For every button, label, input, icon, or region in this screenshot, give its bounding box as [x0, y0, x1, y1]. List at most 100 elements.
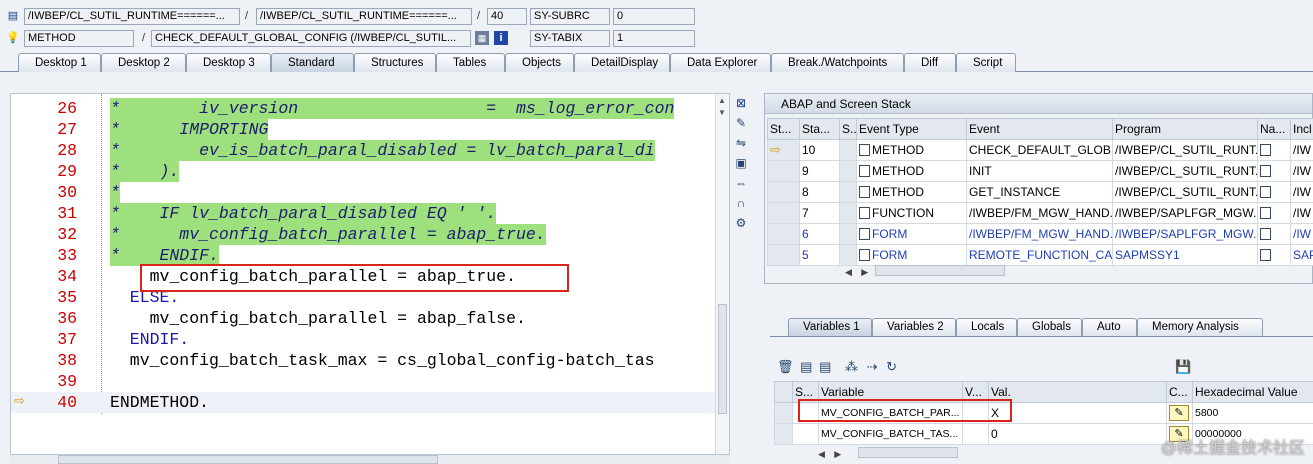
close-icon[interactable]: ⊠ [733, 95, 749, 111]
stack-row[interactable]: 9 METHOD INIT /IWBEP/CL_SUTIL_RUNT... /I… [767, 160, 1313, 182]
current-marker-cell [767, 160, 800, 182]
scroll-right-icon[interactable]: ▶ [861, 267, 868, 277]
tab-tables[interactable]: Tables [436, 53, 505, 72]
vars-hscroll[interactable]: ◀ ▶ [818, 446, 998, 460]
col-header[interactable]: S... [839, 118, 857, 140]
sysvar2-name-field[interactable]: SY-TABIX [530, 30, 610, 47]
col-header[interactable]: Program [1112, 118, 1258, 140]
headset-icon[interactable]: ∩ [733, 195, 749, 211]
scroll-left-icon[interactable]: ◀ [818, 449, 825, 459]
expand-icon[interactable]: ⇔ [733, 175, 749, 191]
scroll-right-icon[interactable]: ▶ [834, 449, 841, 459]
program-field[interactable]: /IWBEP/CL_SUTIL_RUNTIME======... [24, 8, 240, 25]
event-type-field[interactable]: METHOD [24, 30, 134, 47]
tab-structures[interactable]: Structures [354, 53, 436, 72]
hscroll-thumb[interactable] [58, 455, 438, 464]
tab-desktop-3[interactable]: Desktop 3 [186, 53, 271, 72]
col-header[interactable]: Incl [1290, 118, 1313, 140]
info-icon[interactable]: i [494, 31, 508, 45]
sysvar2-value-field[interactable]: 1 [613, 30, 695, 47]
navigate-icon[interactable] [1260, 207, 1271, 219]
tab-script[interactable]: Script [956, 53, 1016, 72]
stack-row[interactable]: 7 FUNCTION /IWBEP/FM_MGW_HAND... /IWBEP/… [767, 202, 1313, 224]
scroll-thumb[interactable] [718, 304, 727, 414]
desktop-tabs: Desktop 1 Desktop 2 Desktop 3 Standard S… [0, 53, 1313, 72]
include-field[interactable]: /IWBEP/CL_SUTIL_RUNTIME======... [256, 8, 472, 25]
col-header[interactable]: Hexadecimal Value [1192, 381, 1313, 403]
editor-vertical-scrollbar[interactable]: ▲ ▼ [715, 94, 729, 454]
save-icon[interactable]: 💾 [1175, 359, 1191, 375]
stack-row[interactable]: 5 FORM REMOTE_FUNCTION_CA... SAPMSSY1 SA… [767, 244, 1313, 266]
event-name-field[interactable]: CHECK_DEFAULT_GLOBAL_CONFIG (/IWBEP/CL_S… [151, 30, 471, 47]
stack-table: St... Sta... S... Event Type Event Progr… [767, 118, 1313, 266]
col-header[interactable]: St... [767, 118, 800, 140]
scroll-down-icon[interactable]: ▼ [718, 108, 726, 117]
variable-name[interactable]: MV_CONFIG_BATCH_TAS... [818, 423, 963, 445]
stack-hscroll[interactable]: ◀ ▶ [845, 264, 1025, 278]
col-header[interactable]: Sta... [799, 118, 840, 140]
list-icon[interactable]: ▤ [800, 359, 812, 374]
tab-standard[interactable]: Standard [271, 53, 354, 72]
delete-icon[interactable]: 🗑 [777, 359, 794, 374]
editor-horizontal-scrollbar[interactable] [10, 455, 730, 464]
nav-cell[interactable] [1257, 244, 1291, 266]
scroll-left-icon[interactable]: ◀ [845, 267, 852, 277]
tab-memory-analysis[interactable]: Memory Analysis [1137, 318, 1263, 336]
tab-objects[interactable]: Objects [505, 53, 574, 72]
maximize-icon[interactable]: ▣ [733, 155, 749, 171]
tab-detail-display[interactable]: DetailDisplay [574, 53, 670, 72]
refresh-icon[interactable]: ↻ [886, 359, 897, 374]
nav-cell[interactable] [1257, 139, 1291, 161]
navigate-icon[interactable] [1260, 228, 1271, 240]
remove-icon[interactable]: ▤ [819, 359, 831, 374]
col-header[interactable]: Val. [988, 381, 1167, 403]
tab-variables-2[interactable]: Variables 2 [872, 318, 956, 336]
stack-row[interactable]: ⇨ 10 METHOD CHECK_DEFAULT_GLOB... /IWBEP… [767, 139, 1313, 161]
stack-row[interactable]: 6 FORM /IWBEP/FM_MGW_HAND... /IWBEP/SAPL… [767, 223, 1313, 245]
nav-cell[interactable] [1257, 181, 1291, 203]
tool-services-icon[interactable]: ⚙ [733, 215, 749, 231]
line-field[interactable]: 40 [487, 8, 527, 25]
scroll-up-icon[interactable]: ▲ [718, 96, 726, 105]
nav-cell[interactable] [1257, 202, 1291, 224]
tab-desktop-1[interactable]: Desktop 1 [18, 53, 101, 72]
sysvar-value-field[interactable]: 0 [613, 8, 695, 25]
tab-data-explorer[interactable]: Data Explorer [670, 53, 771, 72]
change-cell[interactable]: ✎ [1166, 402, 1193, 424]
move-icon[interactable]: ⇢ [867, 359, 878, 374]
scroll-thumb[interactable] [875, 265, 1005, 276]
row-selector[interactable] [774, 423, 793, 445]
col-header[interactable] [774, 381, 793, 403]
col-header[interactable]: Na... [1257, 118, 1291, 140]
navigate-icon[interactable] [1260, 249, 1271, 261]
navigate-icon[interactable] [1260, 186, 1271, 198]
stack-row[interactable]: 8 METHOD GET_INSTANCE /IWBEP/CL_SUTIL_RU… [767, 181, 1313, 203]
navigate-icon[interactable] [1260, 165, 1271, 177]
new-tool-icon[interactable]: ✎ [733, 115, 749, 131]
tab-breakpoints[interactable]: Break./Watchpoints [771, 53, 904, 72]
row-selector[interactable] [774, 402, 793, 424]
variable-value[interactable]: 0 [988, 423, 1167, 445]
variables-toolbar: 🗑 ▤ ▤ ⁂ ⇢ ↻ [777, 359, 977, 377]
tab-locals[interactable]: Locals [956, 318, 1017, 336]
tab-variables-1[interactable]: Variables 1 [788, 318, 872, 336]
nav-cell[interactable] [1257, 160, 1291, 182]
tab-desktop-2[interactable]: Desktop 2 [101, 53, 186, 72]
tab-globals[interactable]: Globals [1017, 318, 1082, 336]
tree-icon[interactable]: ⁂ [845, 359, 858, 374]
pencil-icon[interactable]: ✎ [1169, 405, 1189, 421]
col-header[interactable]: Event [966, 118, 1113, 140]
swap-icon[interactable]: ⇋ [733, 135, 749, 151]
stack-panel: ABAP and Screen Stack St... Sta... S... … [764, 93, 1313, 284]
col-header[interactable]: Event Type [856, 118, 967, 140]
tab-auto[interactable]: Auto [1082, 318, 1137, 336]
sysvar-name-field[interactable]: SY-SUBRC [530, 8, 610, 25]
variable-value[interactable]: X [988, 402, 1167, 424]
v-cell [962, 423, 989, 445]
source-icon[interactable]: ▦ [475, 31, 489, 45]
scroll-thumb[interactable] [858, 447, 958, 458]
nav-cell[interactable] [1257, 223, 1291, 245]
navigate-icon[interactable] [1260, 144, 1271, 156]
col-header[interactable]: C... [1166, 381, 1193, 403]
tab-diff[interactable]: Diff [904, 53, 956, 72]
